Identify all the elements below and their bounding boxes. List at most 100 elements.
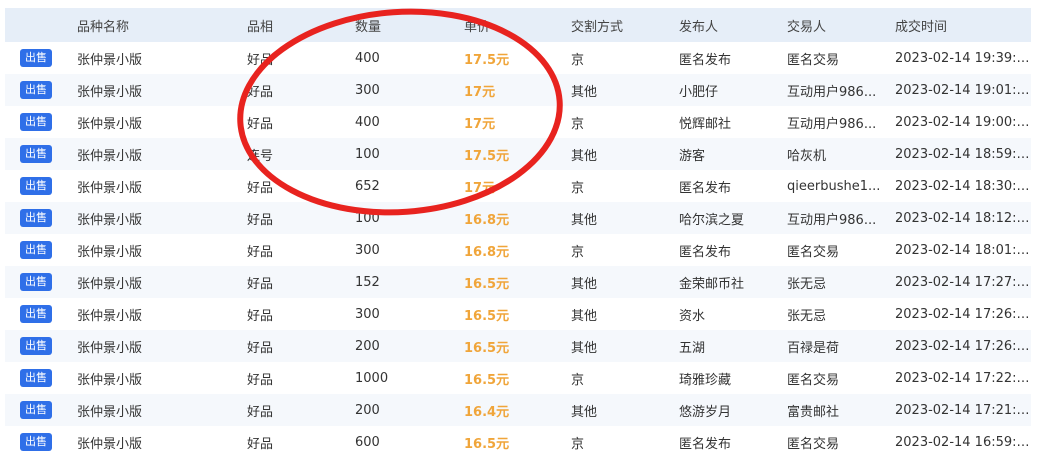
header-quantity: 数量	[355, 19, 382, 35]
quantity-cell: 300	[355, 306, 380, 322]
publisher-cell: 小肥仔	[679, 84, 719, 100]
deal-time-cell: 2023-02-14 18:12:39	[895, 210, 1031, 226]
sell-badge: 出售	[20, 241, 52, 259]
variety-name-cell: 张仲景小版	[77, 276, 143, 292]
table-row[interactable]: 出售 张仲景小版 好品 300 17元 其他 小肥仔 互动用户986... 2023-02-14…	[5, 74, 1031, 106]
sell-badge: 出售	[20, 305, 52, 323]
trader-cell: 互动用户986...	[787, 212, 877, 228]
table-body: 出售 张仲景小版 好品 400 17.5元京匿名发布 匿名交易 2023-02-14 19:…	[5, 42, 1031, 458]
quantity-cell: 600	[355, 434, 380, 450]
unit-price-cell: 16.8元	[464, 244, 510, 260]
grade-cell: 好品	[247, 212, 274, 228]
publisher-cell: 哈尔滨之夏	[679, 212, 745, 228]
trader-cell: 匿名交易	[787, 244, 840, 260]
type-cell: 出售	[5, 42, 77, 74]
sell-badge: 出售	[20, 369, 52, 387]
variety-name-cell: 张仲景小版	[77, 84, 143, 100]
quantity-cell: 1000	[355, 370, 389, 386]
deal-time-cell: 2023-02-14 19:00:21	[895, 114, 1031, 130]
publisher-cell: 琦雅珍藏	[679, 372, 732, 388]
deal-time-cell: 2023-02-14 18:30:51	[895, 178, 1031, 194]
table-row[interactable]: 出售 张仲景小版 好品 400 17元 京 悦辉邮社 互动用户986... 2023-02-14…	[5, 106, 1031, 138]
grade-cell: 好品	[247, 404, 274, 420]
deal-time-cell: 2023-02-14 17:26:15	[895, 338, 1031, 354]
unit-price-cell: 16.8元	[464, 212, 510, 228]
publisher-cell: 游客	[679, 148, 706, 164]
grade-cell: 好品	[247, 116, 274, 132]
trader-cell: 匿名交易	[787, 52, 840, 68]
table-row[interactable]: 出售 张仲景小版 好品 300 16.8元 京 匿名发布 匿名交易 2023-02-14 18:…	[5, 234, 1031, 266]
trader-cell: 匿名交易	[787, 436, 840, 452]
type-cell: 出售	[5, 170, 77, 202]
unit-price-cell: 16.5元	[464, 276, 510, 292]
publisher-cell: 匿名发布	[679, 244, 732, 260]
variety-name-cell: 张仲景小版	[77, 340, 143, 356]
table-row[interactable]: 出售 张仲景小版 好品 1000 16.5元 京 琦雅珍藏 匿名交易 2023-02-14 17…	[5, 362, 1031, 394]
quantity-cell: 652	[355, 178, 380, 194]
deal-time-cell: 2023-02-14 17:27:33	[895, 274, 1031, 290]
sell-badge: 出售	[20, 209, 52, 227]
grade-cell: 好品	[247, 436, 274, 452]
delivery-cell: 其他	[571, 308, 598, 324]
table-row[interactable]: 出售 张仲景小版 好品 100 16.8元 其他 哈尔滨之夏 互动用户986... 2023-0…	[5, 202, 1031, 234]
type-cell: 出售	[5, 330, 77, 362]
grade-cell: 连号	[247, 148, 274, 164]
type-cell: 出售	[5, 426, 77, 458]
grade-cell: 好品	[247, 180, 274, 196]
trader-cell: qieerbushe1...	[787, 178, 881, 194]
table-row[interactable]: 出售 张仲景小版 好品 300 16.5元 其他 资水 张无忌 2023-02-14 17:26…	[5, 298, 1031, 330]
table-row[interactable]: 出售 张仲景小版 好品 200 16.5元 其他 五湖 百禄是荷 2023-02-14 17:2…	[5, 330, 1031, 362]
sell-badge: 出售	[20, 49, 52, 67]
delivery-cell: 京	[571, 372, 585, 388]
type-cell: 出售	[5, 74, 77, 106]
quantity-cell: 152	[355, 274, 380, 290]
publisher-cell: 匿名发布	[679, 52, 732, 68]
delivery-cell: 其他	[571, 340, 598, 356]
header-trader: 交易人	[787, 19, 827, 35]
table-row[interactable]: 出售 张仲景小版 好品 400 17.5元 京 匿名发布 匿名交易 2023-02-14 19:…	[5, 42, 1031, 74]
table-row[interactable]: 出售 张仲景小版 好品 200 16.4元 其他 悠游岁月 富贵邮社 2023-02-14 17…	[5, 394, 1031, 426]
table-row[interactable]: 出售 张仲景小版 好品 152 16.5元 其他 金荣邮币社 张无忌 2023-02-14 17…	[5, 266, 1031, 298]
delivery-cell: 其他	[571, 148, 598, 164]
grade-cell: 好品	[247, 308, 274, 324]
trader-cell: 百禄是荷	[787, 340, 840, 356]
variety-name-cell: 张仲景小版	[77, 244, 143, 260]
grade-cell: 好品	[247, 276, 274, 292]
deal-time-cell: 2023-02-14 19:39:24	[895, 50, 1031, 66]
quantity-cell: 200	[355, 402, 380, 418]
deal-time-cell: 2023-02-14 17:26:56	[895, 306, 1031, 322]
table-row[interactable]: 出售 张仲景小版 好品 600 16.5元 京 匿名发布 匿名交易 2023-02-14 16:…	[5, 426, 1031, 458]
variety-name-cell: 张仲景小版	[77, 116, 143, 132]
trader-cell: 匿名交易	[787, 372, 840, 388]
table-row[interactable]: 出售 张仲景小版 好品 652 17元 京 匿名发布 qieerbushe1... 2023-0…	[5, 170, 1031, 202]
header-deal-time: 成交时间	[895, 19, 948, 35]
sell-badge: 出售	[20, 433, 52, 451]
unit-price-cell: 16.4元	[464, 404, 510, 420]
unit-price-cell: 16.5元	[464, 340, 510, 356]
table-row[interactable]: 出售 张仲景小版 连号 100 17.5元 其他 游客 哈灰机 2023-02-14 18:59…	[5, 138, 1031, 170]
type-cell: 出售	[5, 298, 77, 330]
quantity-cell: 100	[355, 210, 380, 226]
deal-time-cell: 2023-02-14 17:21:22	[895, 402, 1031, 418]
unit-price-cell: 17元	[464, 84, 496, 100]
unit-price-cell: 16.5元	[464, 308, 510, 324]
type-cell: 出售	[5, 394, 77, 426]
sell-badge: 出售	[20, 81, 52, 99]
table-header-row: 品种名称 品相 数量 单价 交割方式 发布人 交易人 成交时间	[5, 8, 1031, 42]
delivery-cell: 京	[571, 52, 585, 68]
sell-badge: 出售	[20, 273, 52, 291]
unit-price-cell: 17.5元	[464, 52, 510, 68]
variety-name-cell: 张仲景小版	[77, 212, 143, 228]
header-grade: 品相	[247, 19, 274, 35]
sell-badge: 出售	[20, 177, 52, 195]
grade-cell: 好品	[247, 372, 274, 388]
variety-name-cell: 张仲景小版	[77, 308, 143, 324]
trader-cell: 互动用户986...	[787, 84, 877, 100]
publisher-cell: 匿名发布	[679, 436, 732, 452]
publisher-cell: 金荣邮币社	[679, 276, 745, 292]
unit-price-cell: 17.5元	[464, 148, 510, 164]
delivery-cell: 京	[571, 116, 585, 132]
publisher-cell: 悦辉邮社	[679, 116, 732, 132]
quantity-cell: 400	[355, 50, 380, 66]
publisher-cell: 五湖	[679, 340, 706, 356]
